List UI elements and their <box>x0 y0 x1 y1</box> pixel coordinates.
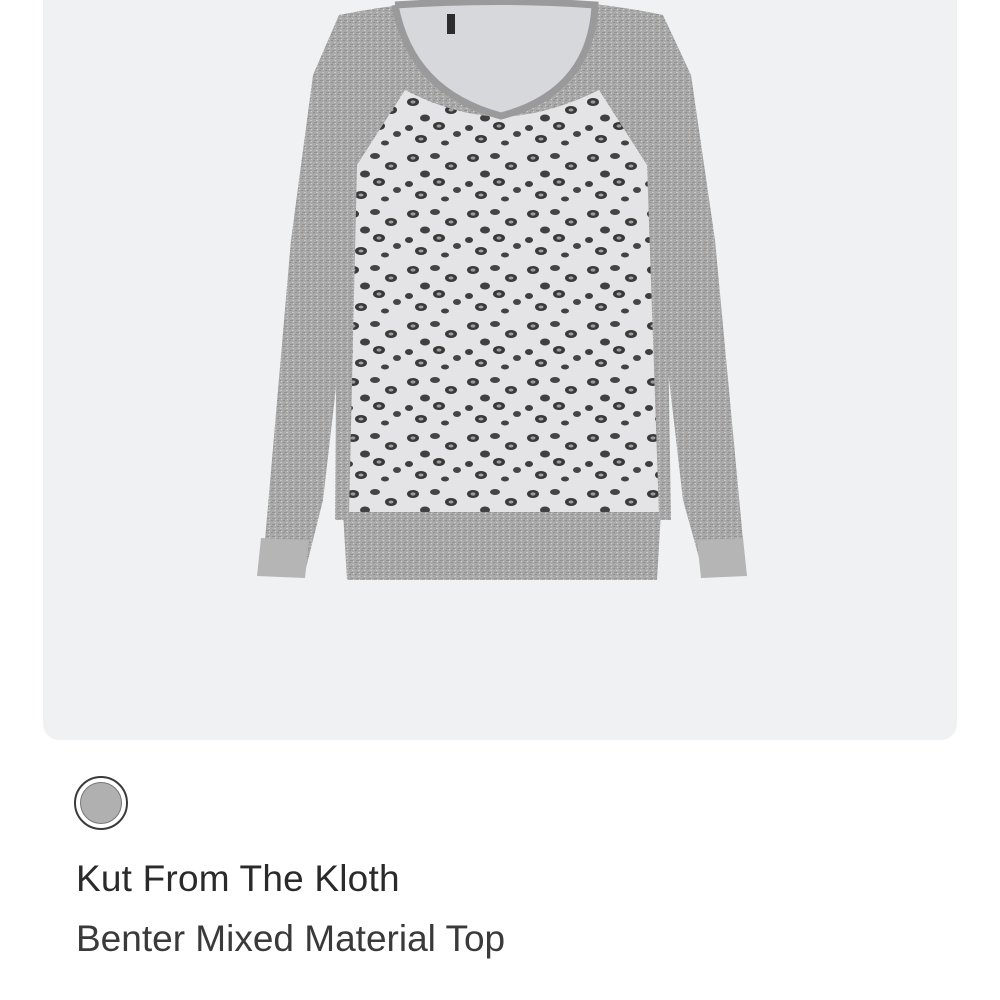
swatch-color-fill <box>80 782 122 824</box>
product-card[interactable]: Kut From The Kloth Benter Mixed Material… <box>0 0 1000 1000</box>
product-name: Benter Mixed Material Top <box>76 918 506 959</box>
product-brand: Kut From The Kloth <box>76 858 400 899</box>
color-swatch-row <box>74 774 128 832</box>
product-image-panel[interactable] <box>43 0 957 740</box>
color-swatch-gray[interactable] <box>74 776 128 830</box>
sweater-product-image <box>257 0 747 580</box>
